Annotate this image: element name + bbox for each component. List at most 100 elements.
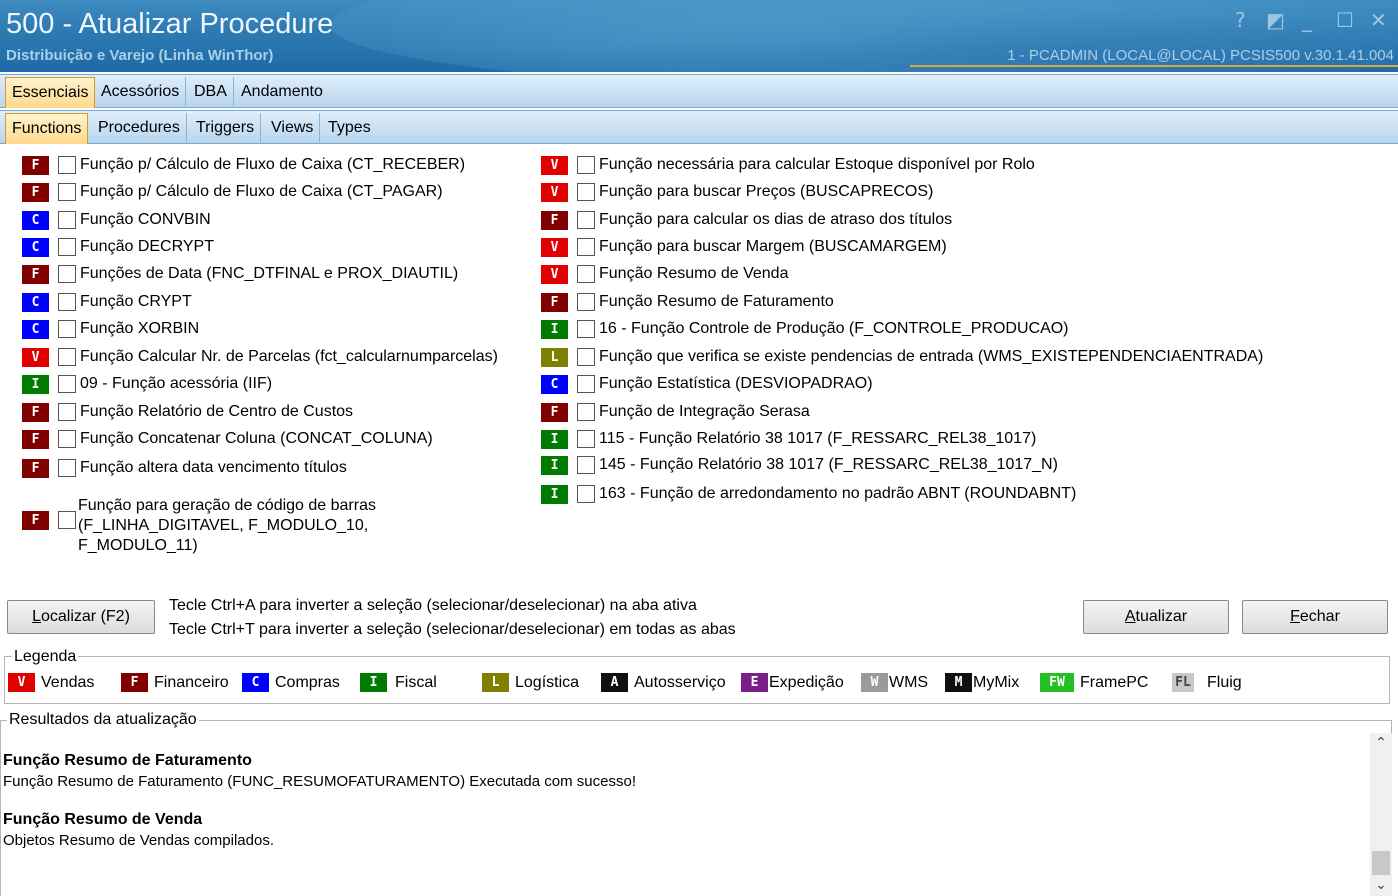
tab-andamento[interactable]: Andamento — [235, 77, 329, 108]
category-badge: V — [541, 264, 568, 284]
function-item[interactable]: C Função CRYPT — [22, 290, 192, 314]
legend-item-compras: C Compras — [242, 673, 340, 692]
function-item[interactable]: F Função Resumo de Faturamento — [541, 290, 834, 314]
restore-icon[interactable]: ◩ — [1266, 8, 1285, 32]
function-checkbox[interactable] — [577, 183, 595, 201]
minimize-icon[interactable]: _ — [1302, 8, 1312, 32]
function-checkbox[interactable] — [58, 430, 76, 448]
help-icon[interactable]: ? — [1235, 8, 1246, 32]
function-item[interactable]: V Função para buscar Preços (BUSCAPRECOS) — [541, 180, 933, 204]
function-item[interactable]: V Função Calcular Nr. de Parcelas (fct_ca… — [22, 345, 498, 369]
scroll-thumb[interactable] — [1372, 851, 1390, 875]
scroll-up-icon[interactable]: ⌃ — [1370, 735, 1392, 757]
function-item[interactable]: I 163 - Função de arredondamento no padrã… — [541, 482, 1076, 506]
function-item[interactable]: F Função de Integração Serasa — [541, 400, 810, 424]
function-item[interactable]: I 145 - Função Relatório 38 1017 (F_RESSA… — [541, 453, 1058, 477]
function-label: Função CRYPT — [80, 293, 192, 310]
function-checkbox[interactable] — [577, 211, 595, 229]
function-item[interactable]: C Função CONVBIN — [22, 208, 211, 232]
function-checkbox[interactable] — [577, 485, 595, 503]
function-item[interactable]: C Função XORBIN — [22, 317, 199, 341]
tab-functions[interactable]: Functions — [5, 113, 89, 144]
results-scrollbar[interactable]: ⌃ ⌄ — [1370, 733, 1392, 896]
function-checkbox[interactable] — [58, 348, 76, 366]
function-item[interactable]: I 09 - Função acessória (IIF) — [22, 372, 272, 396]
function-item[interactable]: C Função DECRYPT — [22, 235, 214, 259]
tab-essenciais[interactable]: Essenciais — [5, 77, 96, 108]
function-item[interactable]: I 115 - Função Relatório 38 1017 (F_RESSA… — [541, 427, 1036, 451]
tab-dba[interactable]: DBA — [188, 77, 234, 108]
legend-item-autosservico: A Autosserviço — [601, 673, 726, 692]
function-item-barcode[interactable]: F — [22, 508, 80, 532]
function-checkbox[interactable] — [58, 156, 76, 174]
function-checkbox[interactable] — [58, 459, 76, 477]
function-item[interactable]: F Função Relatório de Centro de Custos — [22, 400, 353, 424]
legend-item-expedicao: E Expedição — [741, 673, 844, 692]
category-badge: I — [22, 374, 49, 394]
function-item[interactable]: F Função para calcular os dias de atraso … — [541, 208, 952, 232]
legend-item-wms: W WMS — [861, 673, 928, 692]
function-checkbox[interactable] — [58, 183, 76, 201]
function-checkbox[interactable] — [58, 403, 76, 421]
connection-info: 1 - PCADMIN (LOCAL@LOCAL) PCSIS500 v.30.… — [1007, 47, 1394, 64]
function-checkbox[interactable] — [577, 293, 595, 311]
category-badge: L — [541, 347, 568, 367]
function-item[interactable]: C Função Estatística (DESVIOPADRAO) — [541, 372, 873, 396]
function-item[interactable]: I 16 - Função Controle de Produção (F_CON… — [541, 317, 1069, 341]
localizar-button[interactable]: Localizar (F2) — [7, 600, 155, 634]
function-label: Função Resumo de Venda — [599, 265, 789, 282]
atualizar-button[interactable]: Atualizar — [1083, 600, 1229, 634]
category-badge: L — [482, 673, 509, 692]
title-bar: 500 - Atualizar Procedure Distribuição e… — [0, 0, 1398, 72]
fechar-button[interactable]: Fechar — [1242, 600, 1388, 634]
function-checkbox[interactable] — [577, 156, 595, 174]
function-label: Função Relatório de Centro de Custos — [80, 403, 354, 420]
legend-label: Logística — [515, 673, 580, 691]
function-checkbox[interactable] — [577, 348, 595, 366]
function-checkbox[interactable] — [58, 238, 76, 256]
function-checkbox[interactable] — [58, 375, 76, 393]
function-item[interactable]: F Função p/ Cálculo de Fluxo de Caixa (CT… — [22, 153, 465, 177]
window-title: 500 - Atualizar Procedure — [6, 8, 334, 40]
legend-label: Vendas — [41, 673, 95, 691]
function-label: Funções de Data (FNC_DTFINAL e PROX_DIAU… — [80, 265, 459, 282]
function-checkbox[interactable] — [577, 403, 595, 421]
function-checkbox[interactable] — [58, 320, 76, 338]
function-item[interactable]: V Função Resumo de Venda — [541, 262, 788, 286]
legend-item-fiscal: I Fiscal — [360, 673, 437, 692]
tab-acessorios[interactable]: Acessórios — [95, 77, 187, 108]
category-badge: I — [541, 429, 568, 449]
legend-item-financeiro: F Financeiro — [121, 673, 229, 692]
legend-label: Autosserviço — [634, 673, 726, 691]
tab-views[interactable]: Views — [265, 113, 321, 144]
function-checkbox[interactable] — [577, 430, 595, 448]
function-checkbox[interactable] — [577, 265, 595, 283]
category-badge: F — [541, 210, 568, 230]
function-item[interactable]: V Função necessária para calcular Estoque… — [541, 153, 1035, 177]
function-item[interactable]: F Função altera data vencimento títulos — [22, 456, 347, 480]
scroll-down-icon[interactable]: ⌄ — [1370, 877, 1392, 895]
maximize-icon[interactable]: ☐ — [1336, 8, 1354, 32]
function-checkbox[interactable] — [577, 320, 595, 338]
tab-triggers[interactable]: Triggers — [190, 113, 262, 144]
function-checkbox[interactable] — [58, 511, 76, 529]
function-label-line: F_MODULO_11) — [78, 537, 198, 554]
function-checkbox[interactable] — [577, 238, 595, 256]
function-item[interactable]: V Função para buscar Margem (BUSCAMARGEM) — [541, 235, 947, 259]
function-item[interactable]: F Função p/ Cálculo de Fluxo de Caixa (CT… — [22, 180, 443, 204]
tab-procedures[interactable]: Procedures — [92, 113, 187, 144]
function-item[interactable]: F Funções de Data (FNC_DTFINAL e PROX_DIA… — [22, 262, 458, 286]
results-title: Resultados da atualização — [7, 711, 199, 729]
function-checkbox[interactable] — [58, 211, 76, 229]
function-item[interactable]: F Função Concatenar Coluna (CONCAT_COLUNA… — [22, 427, 433, 451]
function-checkbox[interactable] — [577, 375, 595, 393]
function-checkbox[interactable] — [58, 293, 76, 311]
category-badge: V — [8, 673, 35, 692]
tab-types[interactable]: Types — [322, 113, 377, 144]
category-badge: C — [22, 237, 49, 257]
category-badge: I — [541, 319, 568, 339]
function-checkbox[interactable] — [577, 456, 595, 474]
function-item[interactable]: L Função que verifica se existe pendencia… — [541, 345, 1263, 369]
function-checkbox[interactable] — [58, 265, 76, 283]
close-icon[interactable]: ✕ — [1370, 8, 1387, 32]
